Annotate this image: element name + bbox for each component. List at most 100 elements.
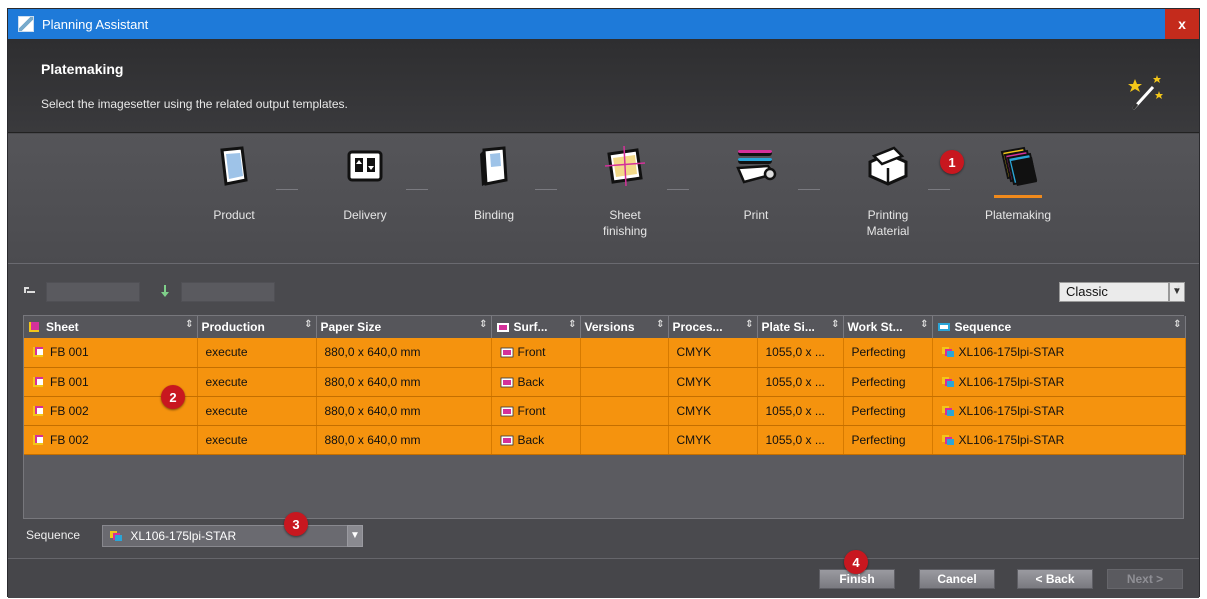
app-icon <box>18 16 34 32</box>
column-header-production[interactable]: Production ⇕ <box>197 316 317 338</box>
sort-icon: ⇕ <box>1173 319 1182 330</box>
table-cell[interactable]: execute <box>197 338 317 368</box>
table-cell[interactable] <box>580 338 669 368</box>
step-delivery[interactable]: Delivery <box>310 144 420 223</box>
table-row[interactable]: FB 002 execute 880,0 x 640,0 mm Back CMYK 105… <box>24 425 1186 455</box>
step-printing-material[interactable]: Printing Material <box>833 144 943 239</box>
table-cell[interactable]: execute <box>197 396 317 426</box>
table-cell[interactable]: 1055,0 x ... <box>757 396 844 426</box>
table-cell[interactable]: XL106-175lpi-STAR <box>932 425 1186 455</box>
callout-badge-3: 3 <box>284 512 308 536</box>
chevron-down-icon[interactable]: ▼ <box>347 525 363 547</box>
product-icon <box>220 146 248 186</box>
table-cell[interactable]: CMYK <box>668 396 758 426</box>
back-button[interactable]: < Back <box>1017 569 1093 589</box>
table-cell[interactable]: CMYK <box>668 425 758 455</box>
table-header-row: Sheet ⇕ Production ⇕ Paper Size ⇕ Surf... ⇕ … <box>24 316 1186 338</box>
page-subtitle: Select the imagesetter using the related… <box>41 97 348 111</box>
search-field[interactable] <box>181 282 275 302</box>
close-button[interactable]: x <box>1165 9 1199 39</box>
print-icon <box>736 150 777 184</box>
table-cell[interactable]: CMYK <box>668 338 758 368</box>
table-cell[interactable]: 880,0 x 640,0 mm <box>316 367 492 397</box>
cell-value: 880,0 x 640,0 mm <box>324 345 421 360</box>
cell-value: XL106-175lpi-STAR <box>958 374 1065 389</box>
column-header-sheet[interactable]: Sheet ⇕ <box>24 316 198 338</box>
cell-value: Back <box>517 374 545 389</box>
table-cell[interactable]: 880,0 x 640,0 mm <box>316 396 492 426</box>
callout-badge-1: 1 <box>940 150 964 174</box>
column-header-versions[interactable]: Versions ⇕ <box>580 316 669 338</box>
table-toolbar: Classic ▼ * <box>8 281 1199 305</box>
cell-value: Front <box>517 345 546 360</box>
step-sheet-finishing[interactable]: Sheet finishing <box>570 144 680 239</box>
next-button[interactable]: Next > <box>1107 569 1183 589</box>
table-cell[interactable] <box>580 367 669 397</box>
sort-down-icon[interactable] <box>158 285 172 297</box>
table-cell[interactable]: Back <box>491 425 581 455</box>
filter-field[interactable] <box>46 282 140 302</box>
step-connector <box>406 189 428 190</box>
step-label: Binding <box>473 208 515 222</box>
table-row[interactable]: FB 001 execute 880,0 x 640,0 mm Back CMYK 105… <box>24 367 1186 397</box>
table-cell[interactable]: Perfecting <box>843 396 933 426</box>
step-platemaking[interactable]: Platemaking <box>963 144 1073 223</box>
cell-value: Perfecting <box>851 374 906 389</box>
cell-value: 1055,0 x ... <box>765 345 825 360</box>
table-cell[interactable]: Back <box>491 367 581 397</box>
table-cell[interactable]: 1055,0 x ... <box>757 367 844 397</box>
table-cell[interactable]: execute <box>197 367 317 397</box>
cancel-button[interactable]: Cancel <box>919 569 995 589</box>
table-cell[interactable]: FB 002 <box>24 425 198 455</box>
callout-badge-2: 2 <box>161 385 185 409</box>
surface-icon <box>500 406 513 416</box>
table-row[interactable]: FB 001 execute 880,0 x 640,0 mm Front CMYK 10… <box>24 338 1186 368</box>
table-cell[interactable]: Perfecting <box>843 367 933 397</box>
cell-value: FB 002 <box>50 403 89 418</box>
table-cell[interactable]: Perfecting <box>843 425 933 455</box>
table-cell[interactable]: 880,0 x 640,0 mm <box>316 425 492 455</box>
column-header-sequence[interactable]: Sequence ⇕ <box>932 316 1186 338</box>
column-header-plate-size[interactable]: Plate Si... ⇕ <box>757 316 844 338</box>
column-header-work-style[interactable]: Work St... ⇕ <box>843 316 933 338</box>
step-connector <box>276 189 298 190</box>
sequence-icon <box>941 434 954 445</box>
sequence-select[interactable]: XL106-175lpi-STAR ▼ <box>102 525 363 547</box>
table-cell[interactable]: 1055,0 x ... <box>757 425 844 455</box>
surface-icon <box>500 347 513 358</box>
cell-value: Front <box>517 403 546 418</box>
column-header-surface[interactable]: Surf... ⇕ <box>491 316 581 338</box>
close-icon[interactable]: x <box>1178 16 1186 32</box>
tree-view-icon[interactable] <box>23 285 37 297</box>
cell-value: FB 002 <box>50 432 89 447</box>
table-cell[interactable]: XL106-175lpi-STAR <box>932 367 1186 397</box>
callout-badge-4: 4 <box>844 550 868 574</box>
table-cell[interactable]: Perfecting <box>843 338 933 368</box>
table-cell[interactable] <box>580 425 669 455</box>
column-header-paper-size[interactable]: Paper Size ⇕ <box>316 316 492 338</box>
table-cell[interactable] <box>580 396 669 426</box>
table-cell[interactable]: CMYK <box>668 367 758 397</box>
column-header-process[interactable]: Proces... ⇕ <box>668 316 758 338</box>
cell-value: XL106-175lpi-STAR <box>958 403 1065 418</box>
table-cell[interactable]: Front <box>491 396 581 426</box>
view-mode-select[interactable]: Classic ▼ <box>1059 282 1185 302</box>
window-title: Planning Assistant <box>42 16 149 32</box>
sort-icon: ⇕ <box>920 319 929 330</box>
table-cell[interactable]: XL106-175lpi-STAR <box>932 396 1186 426</box>
table-row[interactable]: FB 002 execute 880,0 x 640,0 mm Front CMYK 10… <box>24 396 1186 426</box>
step-binding[interactable]: Binding <box>439 144 549 223</box>
step-product[interactable]: Product <box>179 144 289 223</box>
cell-value: execute <box>205 374 248 389</box>
table-cell[interactable]: execute <box>197 425 317 455</box>
cell-value: 880,0 x 640,0 mm <box>324 403 421 418</box>
table-cell[interactable]: 880,0 x 640,0 mm <box>316 338 492 368</box>
sheet-icon <box>33 405 43 416</box>
sheets-table: Sheet ⇕ Production ⇕ Paper Size ⇕ Surf... ⇕ … <box>23 315 1186 519</box>
table-cell[interactable]: FB 001 <box>24 338 198 368</box>
step-print[interactable]: Print <box>701 144 811 223</box>
table-cell[interactable]: 1055,0 x ... <box>757 338 844 368</box>
table-cell[interactable]: Front <box>491 338 581 368</box>
surface-icon <box>500 435 513 445</box>
table-cell[interactable]: XL106-175lpi-STAR <box>932 338 1186 368</box>
